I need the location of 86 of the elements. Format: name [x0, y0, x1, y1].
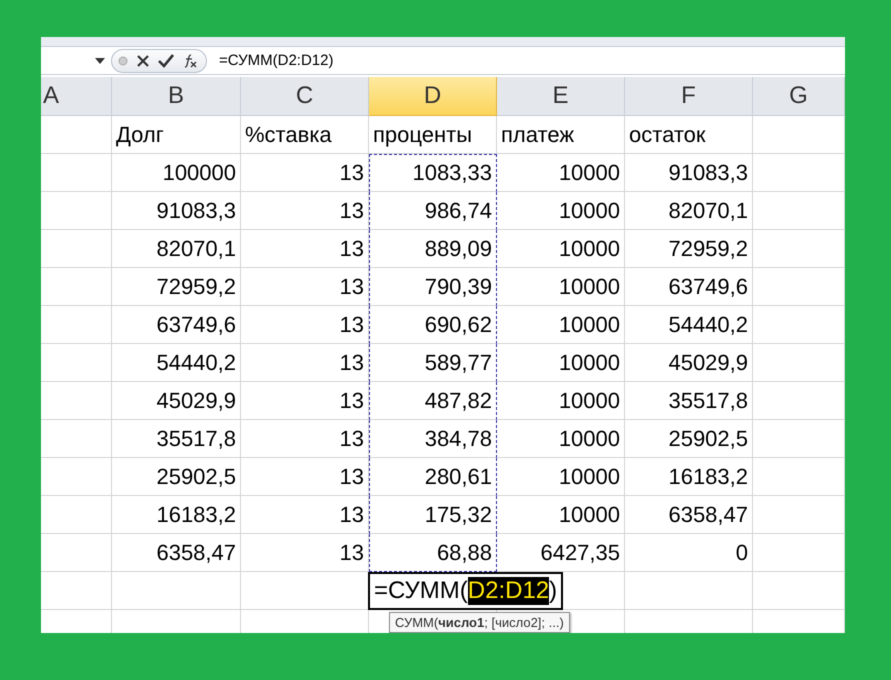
table-cell: 487,82	[369, 382, 497, 420]
empty-cell	[41, 306, 112, 344]
table-cell: 10000	[497, 458, 625, 496]
empty-cell	[41, 496, 112, 534]
table-cell: %ставка	[241, 116, 369, 154]
column-header[interactable]: C	[241, 77, 369, 116]
table-cell: 82070,1	[625, 192, 753, 230]
table-cell: 10000	[497, 420, 625, 458]
table-cell: 6358,47	[112, 534, 241, 572]
table-cell: 35517,8	[625, 382, 753, 420]
table-cell: 45029,9	[112, 382, 241, 420]
empty-cell	[41, 458, 112, 496]
table-cell: 63749,6	[112, 306, 241, 344]
table-cell: 986,74	[369, 192, 497, 230]
table-cell: остаток	[625, 116, 753, 154]
table-cell: 16183,2	[625, 458, 753, 496]
table-cell: 25902,5	[625, 420, 753, 458]
caret-icon[interactable]	[95, 58, 105, 64]
table-cell: 72959,2	[625, 230, 753, 268]
empty-cell	[41, 192, 112, 230]
table-cell: 72959,2	[112, 268, 241, 306]
table-cell: 13	[241, 344, 369, 382]
table-cell: 10000	[497, 306, 625, 344]
table-cell: 690,62	[369, 306, 497, 344]
table-cell: 91083,3	[625, 154, 753, 192]
checkmark-icon[interactable]	[158, 54, 174, 68]
table-cell: 13	[241, 534, 369, 572]
function-tooltip: СУММ(число1; [число2]; ...)	[389, 612, 570, 633]
function-icon[interactable]	[182, 52, 198, 68]
cancel-icon[interactable]	[136, 54, 150, 68]
column-header[interactable]: A	[41, 77, 112, 116]
table-cell: 13	[241, 458, 369, 496]
table-cell: Долг	[112, 116, 241, 154]
table-cell: 35517,8	[112, 420, 241, 458]
table-cell: 6358,47	[625, 496, 753, 534]
dot-icon	[118, 56, 128, 66]
table-cell: 13	[241, 496, 369, 534]
table-cell: 10000	[497, 230, 625, 268]
table-cell: 63749,6	[625, 268, 753, 306]
table-cell: 13	[241, 420, 369, 458]
table-cell: 82070,1	[112, 230, 241, 268]
table-cell: проценты	[369, 116, 497, 154]
table-cell: 25902,5	[112, 458, 241, 496]
table-cell: 54440,2	[112, 344, 241, 382]
table-cell: 10000	[497, 382, 625, 420]
empty-cell	[41, 382, 112, 420]
table-cell: платеж	[497, 116, 625, 154]
table-cell: 10000	[497, 496, 625, 534]
empty-cell	[41, 154, 112, 192]
table-cell: 384,78	[369, 420, 497, 458]
table-cell: 13	[241, 268, 369, 306]
table-cell: 10000	[497, 344, 625, 382]
empty-cell	[41, 344, 112, 382]
table-cell: 589,77	[369, 344, 497, 382]
empty-cell	[41, 572, 112, 610]
column-header[interactable]: E	[497, 77, 625, 116]
column-header[interactable]: D	[369, 77, 497, 116]
table-cell: 16183,2	[112, 496, 241, 534]
table-cell: 10000	[497, 154, 625, 192]
table-cell: 54440,2	[625, 306, 753, 344]
column-header[interactable]: G	[753, 77, 845, 116]
table-cell: 45029,9	[625, 344, 753, 382]
table-cell: 91083,3	[112, 192, 241, 230]
table-cell: 100000	[112, 154, 241, 192]
table-cell: 13	[241, 382, 369, 420]
table-cell: 175,32	[369, 496, 497, 534]
table-cell: 13	[241, 230, 369, 268]
cell-editor[interactable]: =СУММ(D2:D12)	[368, 572, 564, 610]
table-cell: 13	[241, 192, 369, 230]
table-cell: 889,09	[369, 230, 497, 268]
empty-cell	[41, 230, 112, 268]
empty-cell	[41, 116, 112, 154]
empty-cell	[41, 534, 112, 572]
table-cell: 10000	[497, 192, 625, 230]
empty-cell	[41, 420, 112, 458]
empty-cell	[41, 268, 112, 306]
table-cell: 13	[241, 306, 369, 344]
table-cell: 1083,33	[369, 154, 497, 192]
table-cell: 10000	[497, 268, 625, 306]
column-header[interactable]: F	[625, 77, 753, 116]
table-cell: 280,61	[369, 458, 497, 496]
formula-input[interactable]: =СУММ(D2:D12)	[213, 52, 334, 69]
table-cell: 13	[241, 154, 369, 192]
table-cell: 790,39	[369, 268, 497, 306]
column-header[interactable]: B	[112, 77, 241, 116]
table-cell: 0	[625, 534, 753, 572]
